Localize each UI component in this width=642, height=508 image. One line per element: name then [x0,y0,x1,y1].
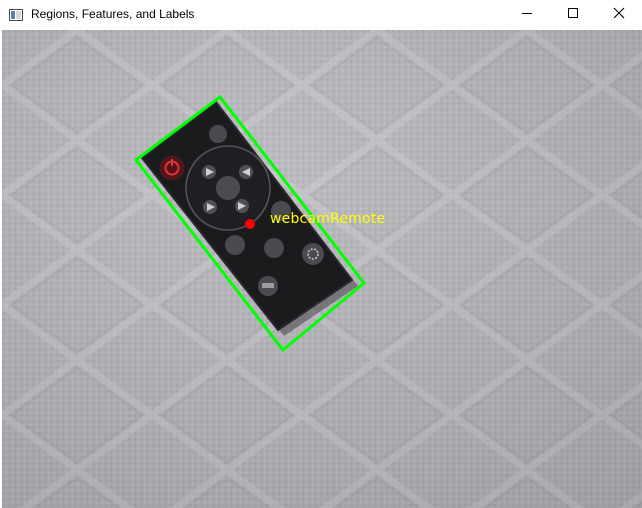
minimize-icon [521,6,533,24]
minimize-button[interactable] [504,0,550,30]
maximize-icon [567,6,579,24]
title-bar[interactable]: Regions, Features, and Labels [0,0,642,30]
centroid-dot [245,219,255,229]
video-frame: webcamRemote [2,30,642,508]
window-title: Regions, Features, and Labels [31,7,195,21]
app-window: Regions, Features, and Labels webcamRemo… [0,0,642,508]
camera-image [2,30,642,508]
close-icon [613,6,625,24]
object-label: webcamRemote [270,211,386,227]
maximize-button[interactable] [550,0,596,30]
app-icon [9,8,23,22]
close-button[interactable] [596,0,642,30]
